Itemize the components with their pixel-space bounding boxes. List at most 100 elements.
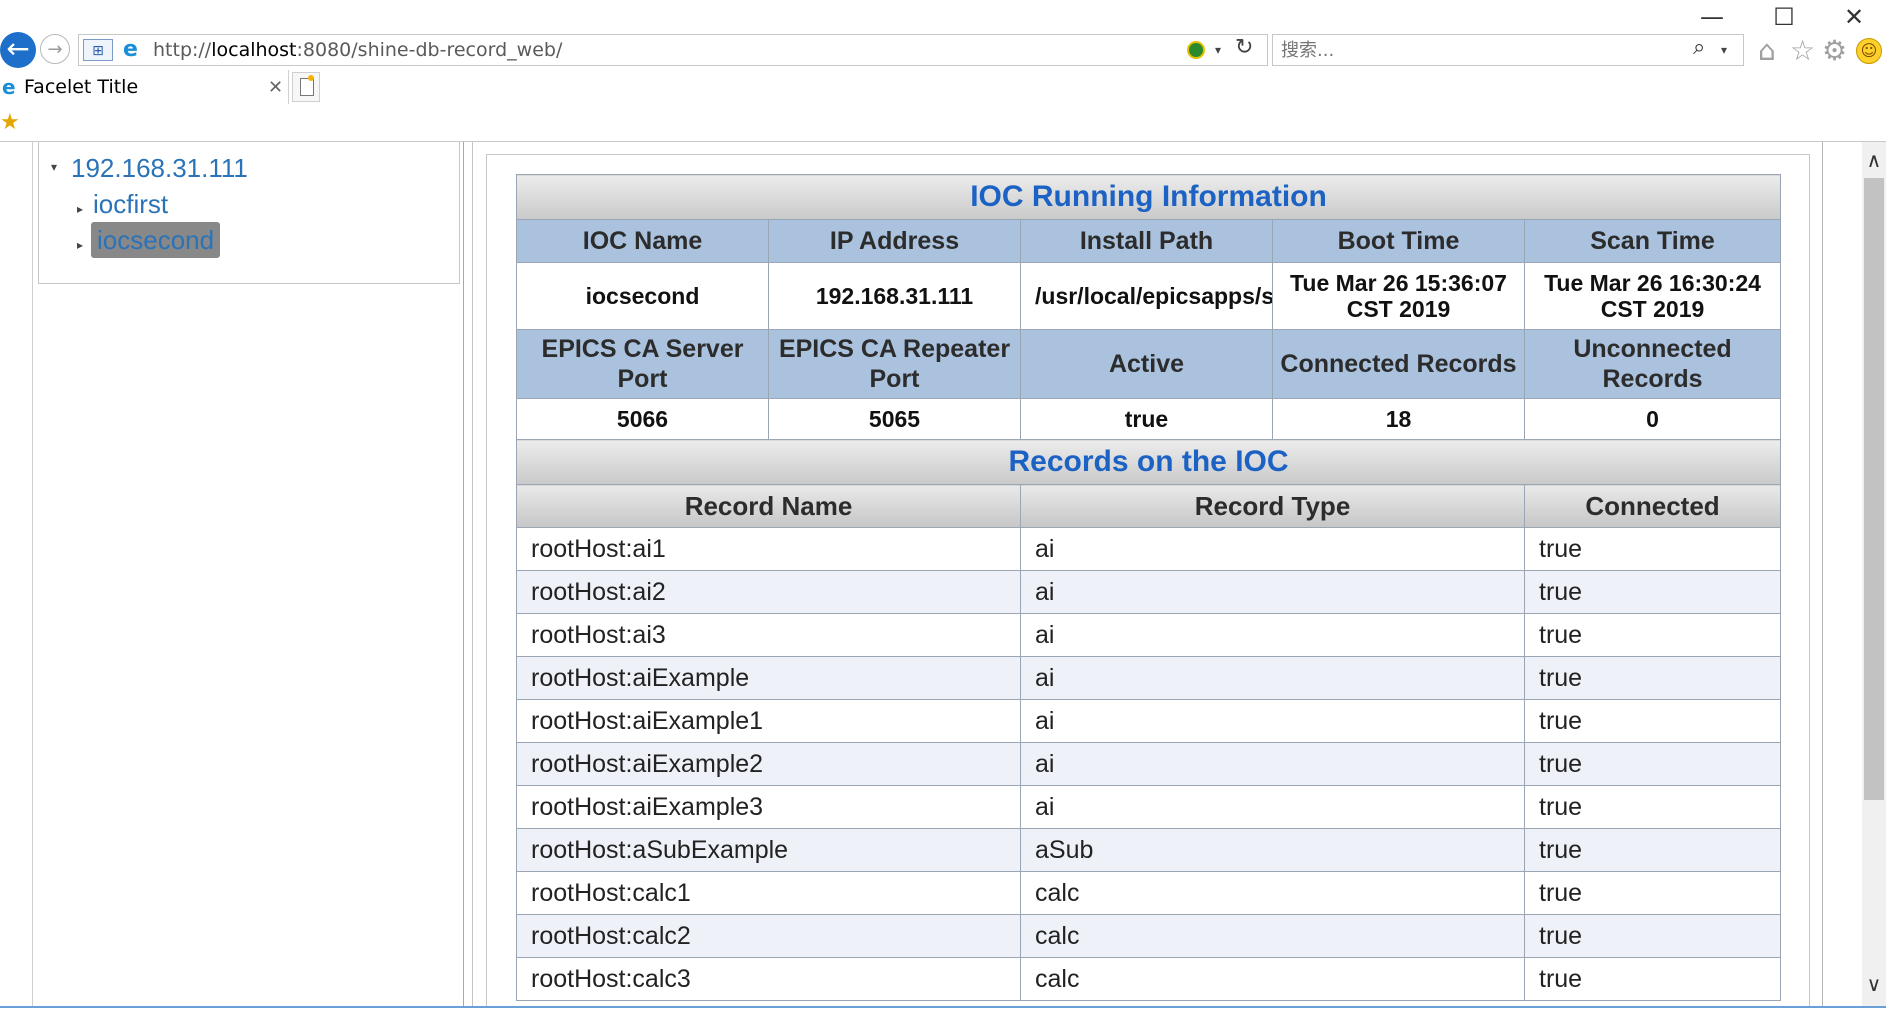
table-row: rootHost:aiExample3 ai true — [516, 785, 1782, 829]
vertical-scrollbar[interactable]: ∧ ∨ — [1862, 142, 1886, 1006]
gear-icon[interactable]: ⚙ — [1822, 36, 1847, 66]
record-name-cell: rootHost:aSubExample — [516, 828, 1021, 872]
scan-time-value: Tue Mar 26 16:30:24 CST 2019 — [1523, 262, 1782, 330]
record-type-cell: calc — [1020, 871, 1525, 915]
search-input[interactable] — [1281, 35, 1661, 65]
col-header: Active — [1020, 329, 1273, 399]
record-name-cell: rootHost:ai1 — [516, 527, 1021, 571]
url-text[interactable]: http://localhost:8080/shine-db-record_we… — [153, 35, 562, 65]
new-tab-button[interactable] — [292, 72, 320, 102]
site-info-icon[interactable] — [1187, 41, 1205, 59]
record-type-cell: ai — [1020, 785, 1525, 829]
add-favorite-icon[interactable]: ★ — [0, 110, 20, 136]
expand-toggle-icon[interactable]: ▾ — [51, 160, 57, 174]
compatibility-view-icon[interactable]: ⊞ — [83, 39, 113, 61]
record-type-cell: ai — [1020, 742, 1525, 786]
table-row: rootHost:ai2 ai true — [516, 570, 1782, 614]
connected-cell: true — [1523, 871, 1782, 915]
search-box[interactable]: ⌕ ▾ — [1272, 34, 1744, 66]
home-icon[interactable]: ⌂ — [1758, 36, 1776, 66]
unconnected-records-value: 0 — [1523, 398, 1782, 440]
status-bar — [0, 1006, 1886, 1014]
splitter-edge — [472, 142, 473, 1006]
col-header: Install Path — [1020, 219, 1273, 263]
scroll-up-icon[interactable]: ∧ — [1862, 148, 1886, 172]
minimize-button[interactable]: — — [1692, 4, 1732, 30]
table-row: rootHost:ai3 ai true — [516, 613, 1782, 657]
arrow-left-icon: ← — [6, 32, 30, 65]
left-border — [32, 142, 33, 1006]
record-type-cell: calc — [1020, 957, 1525, 1001]
table-row: rootHost:aSubExample aSub true — [516, 828, 1782, 872]
arrow-right-icon: → — [47, 39, 63, 60]
address-dropdown-icon[interactable]: ▾ — [1215, 35, 1221, 65]
table-row: rootHost:calc3 calc true — [516, 957, 1782, 1001]
table-row: rootHost:calc2 calc true — [516, 914, 1782, 958]
feedback-smiley-icon[interactable]: ☺ — [1856, 38, 1882, 64]
ip-address-value: 192.168.31.111 — [768, 262, 1021, 330]
record-name-cell: rootHost:calc1 — [516, 871, 1021, 915]
splitter[interactable] — [463, 142, 464, 1006]
table-row: rootHost:aiExample2 ai true — [516, 742, 1782, 786]
record-type-cell: ai — [1020, 656, 1525, 700]
address-bar[interactable]: ⊞ e http://localhost:8080/shine-db-recor… — [78, 34, 1268, 66]
record-name-cell: rootHost:aiExample3 — [516, 785, 1021, 829]
connected-cell: true — [1523, 742, 1782, 786]
connected-cell: true — [1523, 527, 1782, 571]
records-caption: Records on the IOC — [515, 439, 1782, 485]
install-path-value: /usr/local/epicsapps/s — [1020, 262, 1273, 330]
url-prefix: http:// — [153, 39, 212, 61]
content-right-border — [1822, 142, 1823, 1006]
record-type-cell: ai — [1020, 699, 1525, 743]
record-name-cell: rootHost:ai3 — [516, 613, 1021, 657]
ioc-info-caption: IOC Running Information — [515, 174, 1782, 220]
record-type-cell: aSub — [1020, 828, 1525, 872]
back-button[interactable]: ← — [0, 32, 36, 68]
scroll-down-icon[interactable]: ∨ — [1862, 972, 1886, 996]
collapse-toggle-icon[interactable]: ▸ — [77, 238, 83, 252]
ca-server-port-value: 5066 — [516, 398, 769, 440]
refresh-icon[interactable]: ↻ — [1235, 35, 1253, 60]
ioc-tree: ▾ 192.168.31.111 ▸ iocfirst ▸ iocsecond — [38, 142, 460, 284]
connected-cell: true — [1523, 570, 1782, 614]
col-header: Connected Records — [1272, 329, 1525, 399]
record-type-cell: calc — [1020, 914, 1525, 958]
record-name-cell: rootHost:aiExample — [516, 656, 1021, 700]
close-window-button[interactable]: ✕ — [1834, 4, 1874, 30]
maximize-button[interactable]: ☐ — [1764, 4, 1804, 30]
tab-strip: e Facelet Title ✕ — [0, 70, 1886, 106]
connected-cell: true — [1523, 828, 1782, 872]
connected-header: Connected — [1523, 484, 1782, 528]
tree-node-iocfirst[interactable]: iocfirst — [93, 186, 168, 222]
tab-facelet-title[interactable]: e Facelet Title ✕ — [0, 70, 289, 104]
col-header: Scan Time — [1523, 219, 1782, 263]
ie-logo-icon: e — [2, 75, 16, 99]
favorites-star-icon[interactable]: ☆ — [1790, 36, 1815, 66]
col-header: IOC Name — [516, 219, 769, 263]
browser-chrome: — ☐ ✕ ← → ⊞ e http://localhost:8080/shin… — [0, 0, 1886, 142]
collapse-toggle-icon[interactable]: ▸ — [77, 202, 83, 216]
url-rest: :8080/shine-db-record_web/ — [296, 39, 563, 61]
table-row: rootHost:aiExample ai true — [516, 656, 1782, 700]
close-tab-icon[interactable]: ✕ — [268, 70, 283, 104]
search-dropdown-icon[interactable]: ▾ — [1721, 35, 1727, 65]
connected-cell: true — [1523, 957, 1782, 1001]
forward-button[interactable]: → — [40, 34, 70, 64]
record-name-header: Record Name — [516, 484, 1021, 528]
col-header: Unconnected Records — [1523, 329, 1782, 399]
record-type-cell: ai — [1020, 527, 1525, 571]
col-header: EPICS CA Server Port — [516, 329, 769, 399]
tree-node-root[interactable]: 192.168.31.111 — [71, 150, 248, 186]
col-header: Boot Time — [1272, 219, 1525, 263]
record-type-cell: ai — [1020, 570, 1525, 614]
tree-node-iocsecond[interactable]: iocsecond — [91, 222, 221, 258]
scrollbar-thumb[interactable] — [1864, 178, 1884, 800]
record-name-cell: rootHost:aiExample1 — [516, 699, 1021, 743]
search-icon[interactable]: ⌕ — [1693, 35, 1705, 60]
record-name-cell: rootHost:ai2 — [516, 570, 1021, 614]
connected-cell: true — [1523, 699, 1782, 743]
record-type-cell: ai — [1020, 613, 1525, 657]
record-name-cell: rootHost:aiExample2 — [516, 742, 1021, 786]
record-name-cell: rootHost:calc3 — [516, 957, 1021, 1001]
record-type-header: Record Type — [1020, 484, 1525, 528]
